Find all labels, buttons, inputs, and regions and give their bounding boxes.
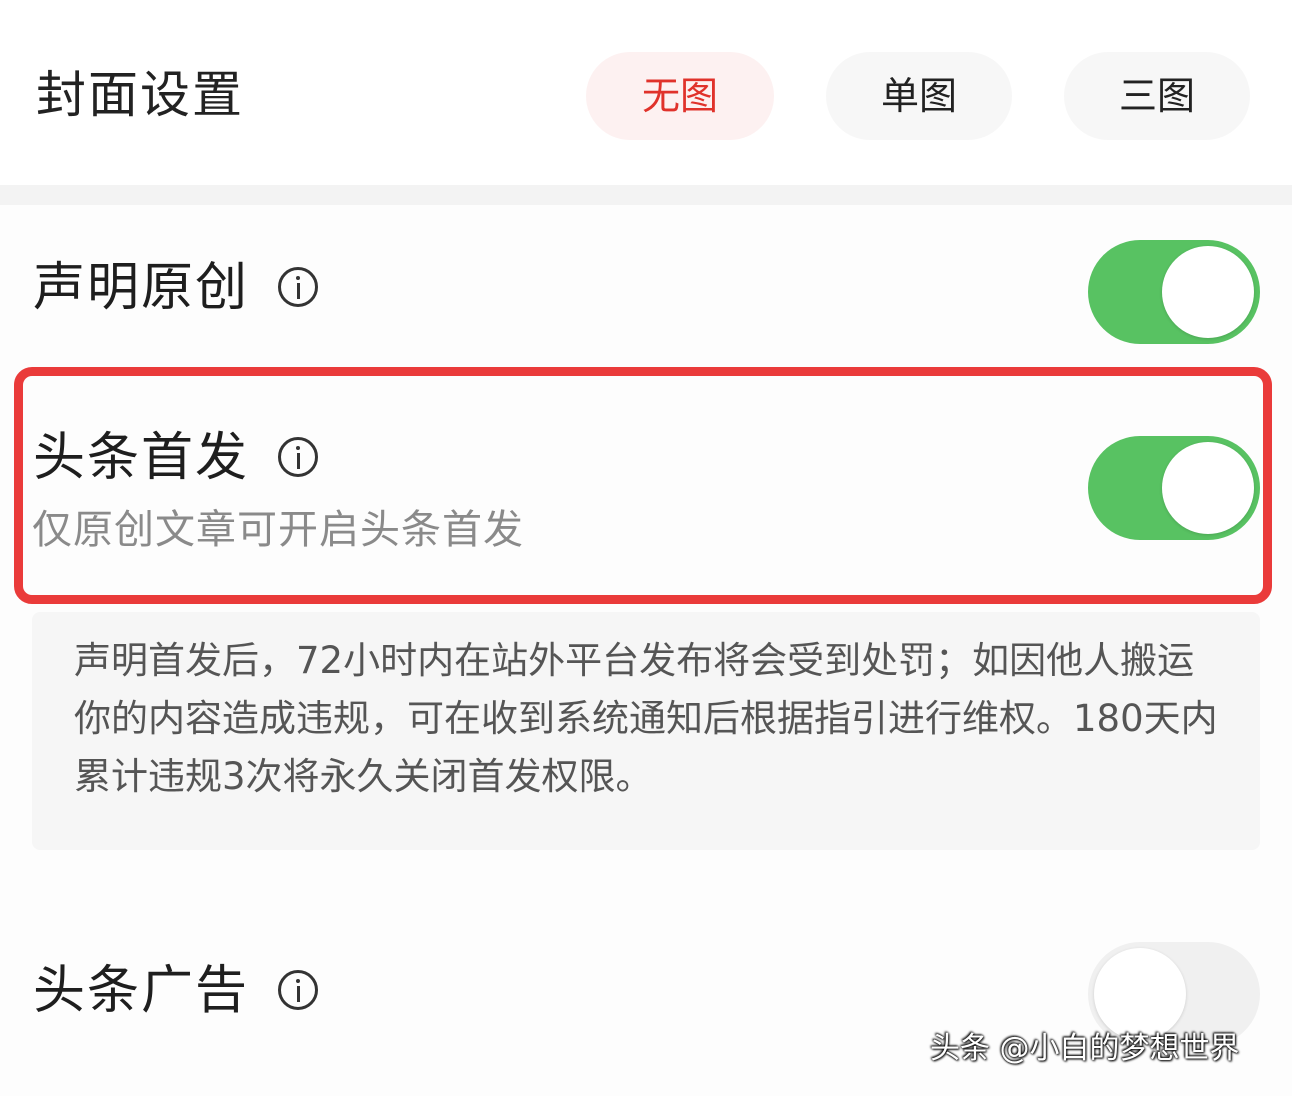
original-label: 声明原创 [33,258,250,318]
ads-label: 头条广告 [33,961,250,1021]
cover-option-none[interactable]: 无图 [586,52,774,140]
first-publish-notice: 声明首发后，72小时内在站外平台发布将会受到处罚；如因他人搬运你的内容造成违规，… [32,612,1260,850]
first-publish-toggle[interactable] [1088,436,1260,540]
original-toggle[interactable] [1088,240,1260,344]
cover-settings-row: 封面设置 无图 单图 三图 [0,0,1292,185]
settings-page: 封面设置 无图 单图 三图 声明原创 头条首发 仅原创文章可开启头条首发 声明首… [0,0,1292,1096]
cover-option-three[interactable]: 三图 [1064,52,1250,140]
info-icon[interactable] [278,267,318,307]
watermark: 头条 @小白的梦想世界 [930,1031,1240,1066]
info-icon[interactable] [278,970,318,1010]
section-divider [0,185,1292,205]
toggle-knob [1162,246,1254,338]
first-publish-sublabel: 仅原创文章可开启头条首发 [32,507,524,553]
cover-option-single[interactable]: 单图 [826,52,1012,140]
cover-settings-title: 封面设置 [36,66,244,124]
first-publish-label: 头条首发 [33,428,250,488]
toggle-knob [1162,442,1254,534]
info-icon[interactable] [278,437,318,477]
